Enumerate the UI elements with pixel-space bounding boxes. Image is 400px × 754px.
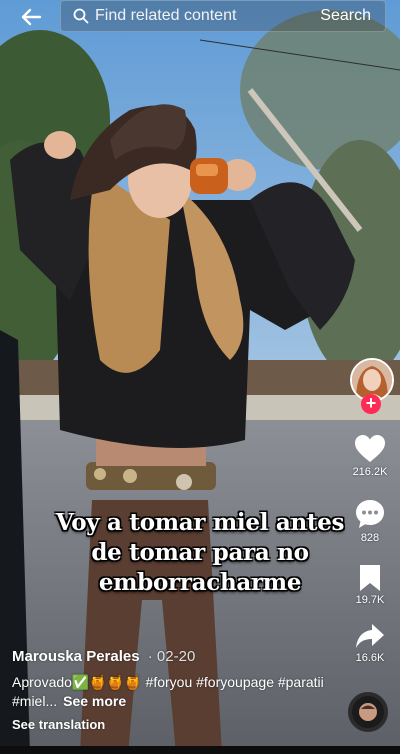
see-translation-link[interactable]: See translation [12,717,342,732]
back-arrow-icon [21,8,42,26]
back-button[interactable] [14,2,48,32]
follow-button[interactable]: + [361,394,381,414]
like-button[interactable]: 216.2K [340,434,400,478]
music-disc-icon [359,703,377,721]
save-count: 19.7K [355,594,385,606]
date-separator: · [147,648,157,665]
search-box[interactable]: Search [60,0,386,32]
share-button[interactable]: 16.6K [340,622,400,664]
date-value: 02-20 [156,648,196,665]
search-icon [73,8,89,24]
comment-button[interactable]: 828 [340,498,400,544]
like-count: 216.2K [352,466,388,478]
bookmark-icon [360,565,380,591]
bottom-bar [0,746,400,754]
comment-icon [356,500,384,528]
search-input[interactable] [95,1,305,31]
video-player[interactable]: Search Voy a tomar miel antes de tomar p… [0,0,400,754]
music-disc-button[interactable] [348,692,388,732]
post-date: · 02-20 [148,648,196,665]
description-text[interactable]: Aprovado✅🍯🍯🍯 #foryou #foryoupage #parati… [12,674,324,709]
save-button[interactable]: 19.7K [340,564,400,606]
comment-count: 828 [360,532,380,544]
post-description: Aprovado✅🍯🍯🍯 #foryou #foryoupage #parati… [12,673,342,711]
see-more-link[interactable]: See more [63,693,126,709]
author-avatar-button[interactable]: + [350,358,394,414]
share-icon [356,624,384,648]
author-row: Marouska Perales · 02-20 [12,648,342,665]
heart-icon [355,435,385,462]
search-button[interactable]: Search [320,7,371,25]
share-count: 16.6K [355,652,385,664]
top-bar: Search [0,0,400,34]
post-info: Marouska Perales · 02-20 Aprovado✅🍯🍯🍯 #f… [12,648,342,732]
author-name[interactable]: Marouska Perales [12,648,140,665]
